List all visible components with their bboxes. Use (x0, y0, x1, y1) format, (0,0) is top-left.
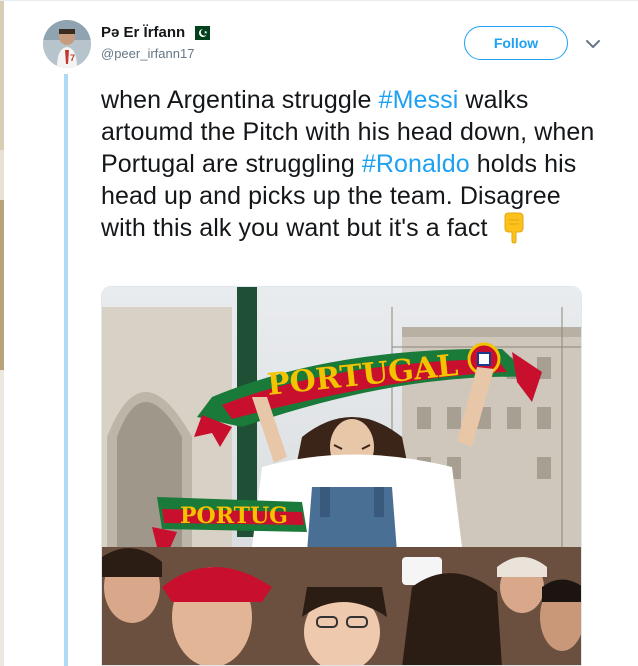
author-row[interactable]: Pə Er Ïrfann (101, 24, 211, 41)
author-username[interactable]: @peer_irfann17 (101, 46, 194, 61)
tweet-photo[interactable]: PORTUGAL PORTUG (101, 286, 582, 666)
author-name[interactable]: Pə Er Ïrfann (101, 24, 185, 41)
chevron-down-icon[interactable] (585, 37, 601, 51)
tweet: 7 Pə Er Ïrfann @peer_irfann17 Follow whe… (0, 0, 638, 666)
svg-text:7: 7 (70, 53, 75, 63)
pointing-down-hand-icon (499, 212, 529, 244)
avatar[interactable]: 7 (43, 20, 91, 68)
hashtag-messi[interactable]: #Messi (379, 86, 459, 114)
hashtag-ronaldo[interactable]: #Ronaldo (362, 150, 470, 178)
tweet-text: when Argentina struggle #Messi walks art… (101, 84, 601, 244)
scarf-secondary-text: PORTUG (180, 503, 288, 529)
follow-button[interactable]: Follow (464, 26, 568, 60)
tweet-text-part-1: when Argentina struggle (101, 86, 379, 114)
fans-photo: PORTUGAL PORTUG (102, 287, 581, 665)
avatar-image: 7 (43, 20, 91, 68)
thread-line (64, 74, 68, 666)
pakistan-flag-icon (190, 25, 211, 40)
